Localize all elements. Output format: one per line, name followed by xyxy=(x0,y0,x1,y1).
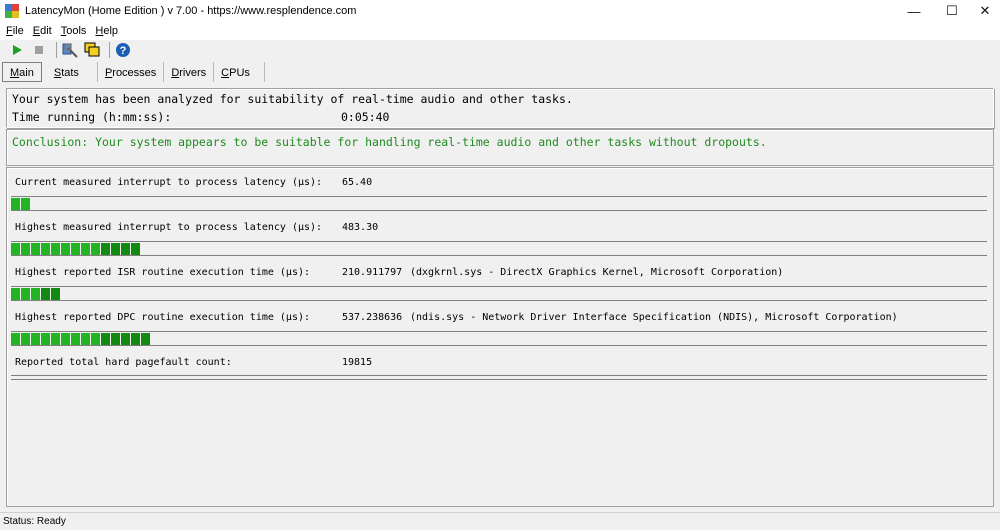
bar-segment xyxy=(81,333,90,345)
bar-segment xyxy=(41,288,50,300)
help-icon: ? xyxy=(116,43,130,57)
bar-segment xyxy=(131,333,140,345)
maximize-button[interactable]: ☐ xyxy=(932,0,972,22)
help-button[interactable]: ? xyxy=(114,41,132,59)
bar-fill xyxy=(11,333,151,345)
bar-segment xyxy=(91,243,100,255)
bar-fill xyxy=(11,288,61,300)
bar-segment xyxy=(11,288,20,300)
tab-stats[interactable]: Stats xyxy=(42,62,98,82)
bar-segment xyxy=(121,333,130,345)
stop-icon xyxy=(35,46,43,54)
metric-value: 537.238636 xyxy=(342,312,403,323)
bar-segment xyxy=(101,333,110,345)
play-icon xyxy=(13,45,22,55)
metric-detail: (ndis.sys - Network Driver Interface Spe… xyxy=(410,312,898,323)
bar-segment xyxy=(61,333,70,345)
tab-main[interactable]: Main xyxy=(2,62,42,82)
conclusion-text: Conclusion: Your system appears to be su… xyxy=(12,135,767,149)
bar-segment xyxy=(11,333,20,345)
bar-segment xyxy=(41,333,50,345)
toolbar-separator xyxy=(109,42,110,58)
bar-segment xyxy=(31,243,40,255)
bar-segment xyxy=(41,243,50,255)
metric-label: Current measured interrupt to process la… xyxy=(15,177,323,188)
bar-segment xyxy=(111,243,120,255)
bar-segment xyxy=(11,243,20,255)
tools-button[interactable] xyxy=(61,41,79,59)
tab-drivers[interactable]: Drivers xyxy=(164,62,215,82)
bar-segment xyxy=(51,288,60,300)
close-button[interactable]: ✕ xyxy=(970,0,1000,22)
bar-segment xyxy=(101,243,110,255)
bar-segment xyxy=(21,288,30,300)
toolbar-separator xyxy=(56,42,57,58)
bar-segment xyxy=(111,333,120,345)
pagefault-separator xyxy=(11,375,987,380)
start-button[interactable] xyxy=(8,41,26,59)
title-bar: LatencyMon (Home Edition ) v 7.00 - http… xyxy=(0,0,1000,22)
menu-bar: File Edit Tools Help xyxy=(0,22,1000,40)
summary-panel: Your system has been analyzed for suitab… xyxy=(6,88,994,128)
dpc-bar xyxy=(11,331,987,346)
bar-segment xyxy=(31,333,40,345)
bar-segment xyxy=(121,243,130,255)
stop-button[interactable] xyxy=(30,41,48,59)
metric-value: 210.911797 xyxy=(342,267,403,278)
time-running-value: 0:05:40 xyxy=(341,110,390,124)
latency-bar xyxy=(11,241,987,256)
bar-segment xyxy=(21,198,30,210)
metric-value: 65.40 xyxy=(342,177,373,188)
pagefault-label: Reported total hard pagefault count: xyxy=(15,357,232,368)
metric-detail: (dxgkrnl.sys - DirectX Graphics Kernel, … xyxy=(410,267,784,278)
bar-segment xyxy=(71,243,80,255)
metric-label: Highest measured interrupt to process la… xyxy=(15,222,323,233)
tab-cpus[interactable]: C PUs xyxy=(214,62,265,82)
menu-tools[interactable]: Tools xyxy=(61,25,87,37)
bar-segment xyxy=(131,243,140,255)
menu-file[interactable]: File xyxy=(6,25,24,37)
window-title: LatencyMon (Home Edition ) v 7.00 - http… xyxy=(25,5,357,17)
bar-fill xyxy=(11,243,141,255)
metrics-panel: Current measured interrupt to process la… xyxy=(6,167,994,507)
tab-strip: Main Stats Processes Drivers C PUs xyxy=(0,60,1000,82)
bar-segment xyxy=(71,333,80,345)
metric-label: Highest reported DPC routine execution t… xyxy=(15,312,311,323)
time-running-label: Time running (h:mm:ss): xyxy=(12,110,172,124)
toolbar: ? xyxy=(0,40,1000,60)
pagefault-value: 19815 xyxy=(342,357,373,368)
svg-text:?: ? xyxy=(120,45,127,57)
isr-bar xyxy=(11,286,987,301)
metric-value: 483.30 xyxy=(342,222,379,233)
bar-segment xyxy=(141,333,150,345)
bar-segment xyxy=(51,333,60,345)
bar-segment xyxy=(11,198,20,210)
latencymon-app-icon xyxy=(5,4,19,18)
bar-segment xyxy=(21,243,30,255)
tools-icon xyxy=(62,43,78,58)
bar-segment xyxy=(51,243,60,255)
status-bar: Status: Ready xyxy=(0,512,1000,530)
status-text: Status: Ready xyxy=(3,516,66,527)
windows-icon xyxy=(84,42,100,57)
menu-help[interactable]: Help xyxy=(95,25,118,37)
metric-label: Highest reported ISR routine execution t… xyxy=(15,267,311,278)
bar-segment xyxy=(21,333,30,345)
latency-bar xyxy=(11,196,987,211)
analysis-summary-text: Your system has been analyzed for suitab… xyxy=(12,92,573,106)
bar-segment xyxy=(81,243,90,255)
bar-segment xyxy=(31,288,40,300)
menu-edit[interactable]: Edit xyxy=(33,25,52,37)
windows-button[interactable] xyxy=(83,41,101,59)
tab-processes[interactable]: Processes xyxy=(98,62,165,82)
bar-segment xyxy=(91,333,100,345)
conclusion-panel: Conclusion: Your system appears to be su… xyxy=(6,129,994,166)
bar-segment xyxy=(61,243,70,255)
minimize-button[interactable]: — xyxy=(894,0,934,22)
bar-fill xyxy=(11,198,31,210)
